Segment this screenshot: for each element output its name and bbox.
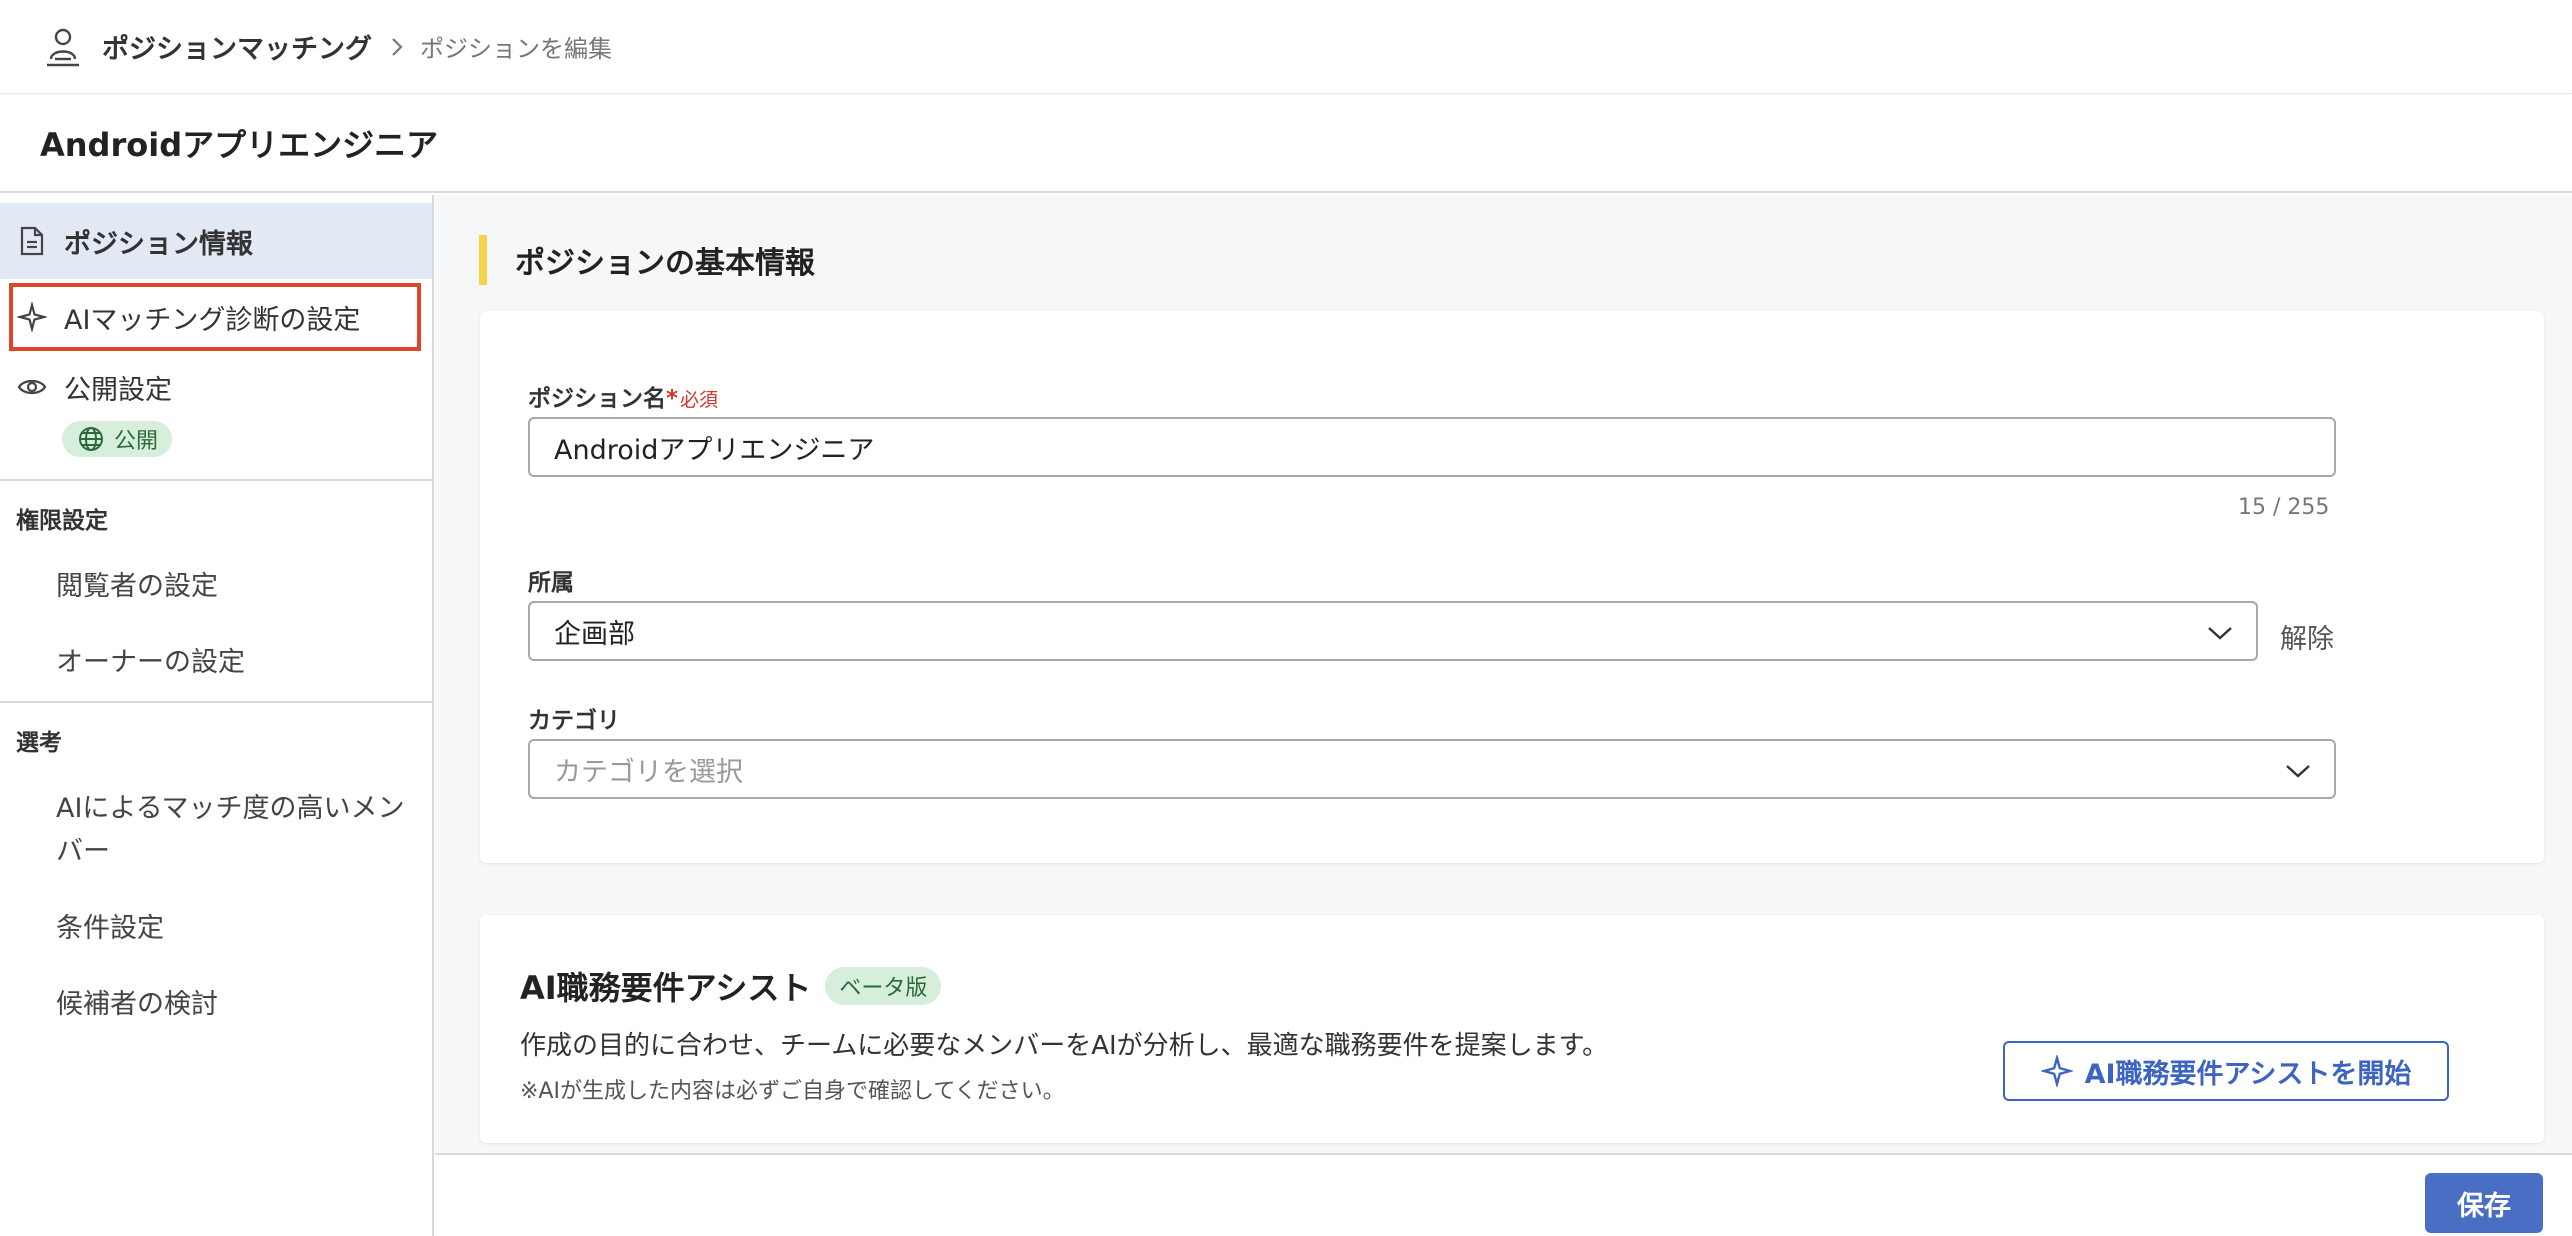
section-accent-bar xyxy=(479,235,487,285)
basic-info-card: ポジション名* 必須 Androidアプリエンジニア 15 / 255 所属 企画… xyxy=(480,311,2544,863)
save-button[interactable]: 保存 xyxy=(2425,1173,2543,1233)
sidebar-item-publish-settings[interactable]: 公開設定 xyxy=(0,355,432,419)
category-placeholder: カテゴリを選択 xyxy=(554,756,743,788)
department-label: 所属 xyxy=(528,570,574,596)
category-select[interactable]: カテゴリを選択 xyxy=(528,739,2336,799)
globe-icon xyxy=(78,426,104,452)
section-title-selection: 選考 xyxy=(16,730,62,756)
document-icon xyxy=(16,225,48,257)
section-heading: ポジションの基本情報 xyxy=(479,235,815,285)
required-star: * xyxy=(666,386,679,412)
app-name-link[interactable]: ポジションマッチング xyxy=(102,27,372,66)
start-ai-assist-label: AI職務要件アシストを開始 xyxy=(2084,1058,2412,1090)
sidebar-item-ai-top-matches[interactable]: AIによるマッチ度の高いメンバー xyxy=(56,787,406,873)
footer-bar: 保存 xyxy=(435,1153,2572,1236)
sidebar: ポジション情報 AIマッチング診断の設定 公開設定 公開 権限設定 閲覧者の設定… xyxy=(0,195,434,1236)
assist-title: AI職務要件アシスト ベータ版 xyxy=(520,963,942,1009)
assist-description: 作成の目的に合わせ、チームに必要なメンバーをAIが分析し、最適な職務要件を提案し… xyxy=(520,1031,1609,1061)
highlight-outline xyxy=(9,283,421,351)
position-name-input[interactable]: Androidアプリエンジニア xyxy=(528,417,2336,477)
department-value: 企画部 xyxy=(554,618,635,650)
page-title: Androidアプリエンジニア xyxy=(40,126,439,164)
sidebar-item-conditions[interactable]: 条件設定 xyxy=(56,907,406,950)
required-text: 必須 xyxy=(680,389,719,411)
sidebar-item-label: 公開設定 xyxy=(64,374,172,406)
breadcrumb-current: ポジションを編集 xyxy=(420,35,612,63)
person-icon[interactable] xyxy=(40,24,86,70)
status-badge-label: 公開 xyxy=(114,429,159,454)
main-content: ポジションの基本情報 ポジション名* 必須 Androidアプリエンジニア 15 … xyxy=(435,195,2572,1153)
top-header: ポジションマッチング ポジションを編集 xyxy=(0,0,2572,94)
department-select[interactable]: 企画部 xyxy=(528,601,2258,661)
chevron-right-icon xyxy=(390,36,404,58)
section-title-permissions: 権限設定 xyxy=(16,508,108,534)
sidebar-item-position-info[interactable]: ポジション情報 xyxy=(0,203,432,279)
divider xyxy=(0,479,432,481)
position-name-label-text: ポジション名 xyxy=(528,386,666,412)
page-title-bar: Androidアプリエンジニア xyxy=(0,95,2572,193)
sidebar-item-owner-settings[interactable]: オーナーの設定 xyxy=(56,641,406,684)
sidebar-item-label: ポジション情報 xyxy=(64,228,253,260)
eye-icon xyxy=(16,371,48,403)
status-badge: 公開 xyxy=(62,421,173,457)
department-clear-link[interactable]: 解除 xyxy=(2280,617,2334,656)
start-ai-assist-button[interactable]: AI職務要件アシストを開始 xyxy=(2003,1041,2449,1101)
position-name-value: Androidアプリエンジニア xyxy=(554,434,875,466)
sidebar-item-viewer-settings[interactable]: 閲覧者の設定 xyxy=(56,565,406,608)
category-label: カテゴリ xyxy=(528,708,620,734)
divider xyxy=(0,701,432,703)
chevron-down-icon xyxy=(2206,619,2234,647)
chevron-down-icon xyxy=(2284,757,2312,785)
ai-assist-card: AI職務要件アシスト ベータ版 作成の目的に合わせ、チームに必要なメンバーをAI… xyxy=(480,915,2544,1143)
assist-note: ※AIが生成した内容は必ずご自身で確認してください。 xyxy=(520,1079,1065,1104)
section-title: ポジションの基本情報 xyxy=(515,246,815,281)
sparkle-icon xyxy=(2040,1054,2075,1088)
beta-badge: ベータ版 xyxy=(825,967,942,1005)
sidebar-item-candidate-review[interactable]: 候補者の検討 xyxy=(56,983,406,1026)
position-name-label: ポジション名* 必須 xyxy=(528,379,718,413)
character-counter: 15 / 255 xyxy=(2238,495,2330,520)
assist-title-text: AI職務要件アシスト xyxy=(520,969,812,1007)
